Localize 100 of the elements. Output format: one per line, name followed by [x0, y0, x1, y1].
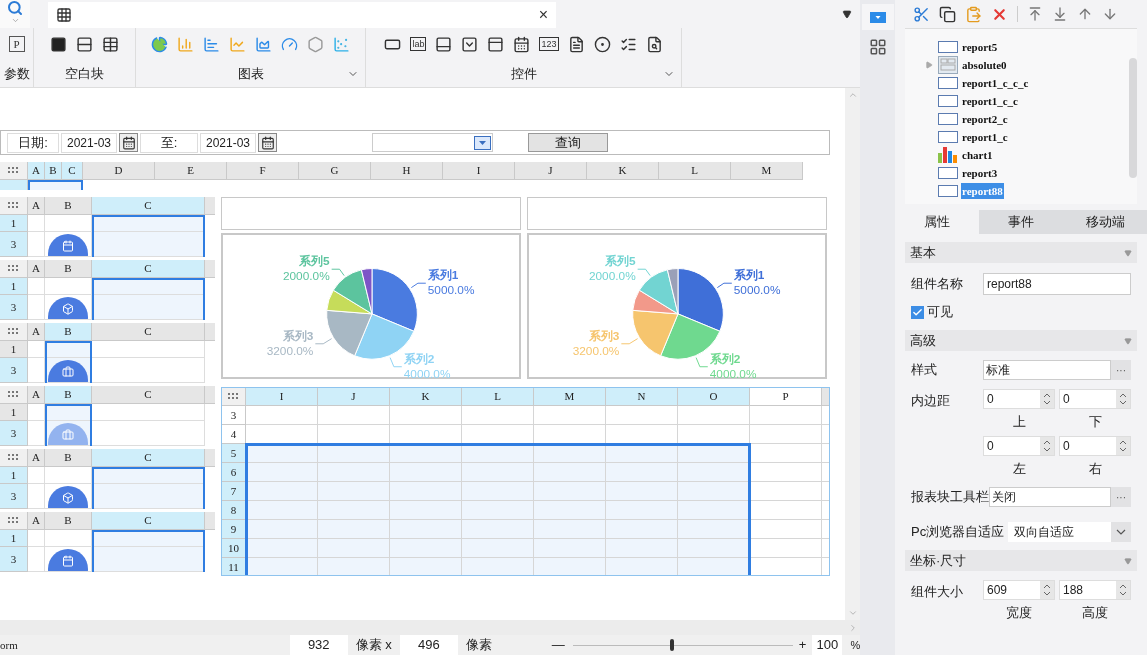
text-area-icon[interactable] [567, 35, 585, 53]
grip-icon[interactable] [8, 454, 19, 461]
checkbox[interactable] [911, 305, 924, 319]
radio-group-icon[interactable] [593, 35, 611, 53]
start-date-field[interactable]: 2021-03 [61, 132, 117, 153]
filled-square-icon[interactable] [50, 35, 67, 53]
zoom-out-button[interactable]: — [551, 635, 565, 655]
label-widget-button[interactable]: lab [410, 37, 427, 51]
grip-icon[interactable] [8, 328, 19, 335]
scrollbar[interactable] [0, 620, 860, 635]
spinner-arrows-icon[interactable] [1040, 390, 1054, 408]
document-tab[interactable]: × [48, 2, 556, 28]
calendar-button[interactable] [258, 133, 277, 152]
gauge-icon[interactable] [281, 35, 298, 53]
move-up-icon[interactable] [1077, 6, 1093, 22]
panel-toggle-button[interactable] [861, 4, 894, 30]
layout-icon[interactable] [868, 38, 887, 56]
caret-down-icon[interactable] [1124, 336, 1132, 345]
tree-item[interactable]: report5 [961, 38, 999, 56]
spinner-arrows-icon[interactable] [1116, 436, 1130, 455]
corner-header[interactable] [0, 260, 28, 278]
radar-chart-icon[interactable] [307, 35, 324, 53]
number-field[interactable]: 609 [983, 580, 1055, 600]
grip-icon[interactable] [8, 517, 19, 524]
row-header: 9 [222, 520, 246, 539]
spinner-arrows-icon[interactable] [1116, 581, 1130, 599]
scatter-chart-icon[interactable] [333, 35, 350, 53]
slider-thumb[interactable] [669, 639, 674, 651]
number-field[interactable]: 0 [1059, 389, 1131, 409]
calendar-button[interactable] [119, 133, 138, 152]
close-button[interactable]: × [538, 7, 548, 23]
move-to-bottom-icon[interactable] [1052, 6, 1068, 22]
zoom-field[interactable]: 100 [812, 635, 843, 655]
zoom-in-button[interactable]: + [798, 635, 807, 655]
corner-header[interactable] [0, 512, 28, 530]
tab-menu-icon[interactable] [842, 9, 852, 19]
more-button[interactable]: ··· [1111, 360, 1131, 380]
corner-header[interactable] [222, 388, 246, 406]
scrollbar[interactable] [1129, 58, 1137, 178]
dropdown-field[interactable] [372, 133, 493, 152]
caret-down-icon[interactable] [1124, 556, 1132, 565]
end-date-field[interactable]: 2021-03 [200, 132, 256, 153]
caret-down-icon[interactable] [1124, 248, 1132, 257]
value-field[interactable]: 关闭 [989, 487, 1111, 507]
tree-item[interactable]: report1_c_c_c [961, 74, 1030, 92]
move-to-top-icon[interactable] [1027, 6, 1043, 22]
calendar-icon[interactable] [513, 35, 531, 53]
column-header: A [28, 260, 45, 278]
corner-header[interactable] [0, 386, 28, 404]
table-cell [606, 501, 678, 520]
list-box-icon[interactable] [487, 35, 505, 53]
number-field[interactable]: 0 [983, 435, 1055, 456]
grip-icon[interactable] [8, 202, 19, 209]
number-field[interactable]: 188 [1059, 580, 1131, 600]
preview-icon[interactable] [645, 35, 663, 53]
corner-header[interactable] [0, 449, 28, 467]
grip-icon[interactable] [8, 167, 19, 174]
button-widget-icon[interactable] [435, 35, 453, 53]
number-widget-button[interactable]: 123 [539, 37, 559, 51]
height-field[interactable]: 496 [399, 635, 458, 655]
parameter-button[interactable]: P [8, 36, 25, 52]
dropdown-icon[interactable] [474, 135, 491, 150]
corner-header[interactable] [0, 162, 28, 180]
split-block-icon[interactable] [76, 35, 93, 53]
grip-icon[interactable] [8, 391, 19, 398]
expand-arrow-icon[interactable] [925, 61, 933, 69]
corner-header[interactable] [0, 197, 28, 215]
select-field[interactable]: 双向自适应 [1008, 522, 1131, 542]
more-button[interactable]: ··· [1111, 487, 1131, 507]
number-field[interactable]: 0 [1059, 435, 1131, 456]
spinner-arrows-icon[interactable] [1116, 390, 1130, 408]
panel-tab[interactable]: 事件 [979, 210, 1063, 234]
pie-chart-icon[interactable] [151, 35, 168, 53]
horizontal-bar-chart-icon[interactable] [203, 35, 220, 53]
table-icon[interactable] [102, 35, 119, 53]
name-field[interactable]: report88 [983, 273, 1131, 295]
tree-item[interactable]: report3 [961, 164, 999, 182]
cut-icon[interactable] [913, 5, 930, 23]
tree-item[interactable]: absolute0 [961, 56, 1008, 74]
tree-item[interactable]: report1_c [961, 128, 1009, 146]
copy-icon[interactable] [939, 5, 956, 23]
grip-icon[interactable] [228, 393, 239, 400]
dropdown-icon[interactable] [461, 35, 479, 53]
search-button[interactable] [0, 0, 30, 28]
tree-item[interactable]: chart1 [961, 146, 994, 164]
spinner-arrows-icon[interactable] [1040, 581, 1054, 599]
panel-tab[interactable]: 移动端 [1063, 210, 1147, 234]
corner-header[interactable] [0, 323, 28, 341]
grip-icon[interactable] [8, 265, 19, 272]
query-button[interactable]: 查询 [528, 133, 608, 152]
number-field[interactable]: 0 [983, 389, 1055, 409]
tree-item[interactable]: report1_c_c [961, 92, 1019, 110]
width-field[interactable]: 932 [289, 635, 348, 655]
area-chart-icon[interactable] [255, 35, 272, 53]
zoom-slider[interactable] [572, 638, 793, 652]
move-down-icon[interactable] [1102, 6, 1118, 22]
spinner-arrows-icon[interactable] [1040, 436, 1054, 455]
tree-item[interactable]: report2_c [961, 110, 1009, 128]
paste-icon[interactable] [965, 5, 982, 23]
value-field[interactable]: 标准 [983, 360, 1111, 380]
